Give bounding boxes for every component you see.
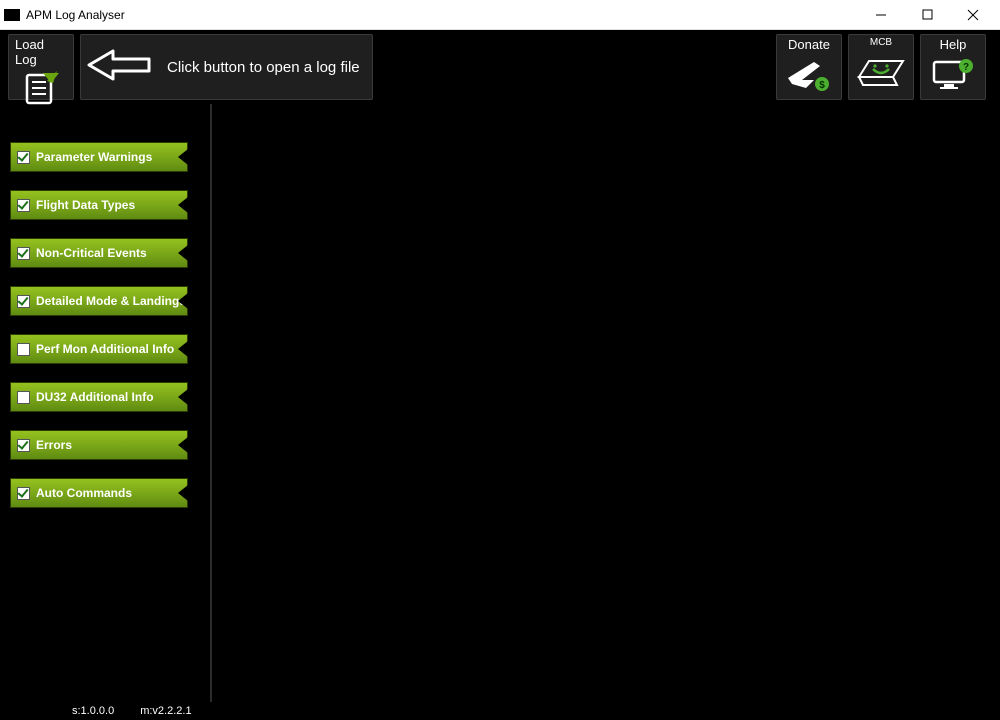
main-area: Parameter Warnings Flight Data Types Non… bbox=[0, 104, 1000, 702]
option-non-critical-events-checkbox[interactable] bbox=[17, 247, 30, 260]
option-label: DU32 Additional Info bbox=[36, 390, 154, 404]
window-close-button[interactable] bbox=[950, 0, 996, 30]
option-auto-commands-checkbox[interactable] bbox=[17, 487, 30, 500]
load-log-button[interactable]: Load Log bbox=[8, 34, 74, 100]
open-log-hint: Click button to open a log file bbox=[80, 34, 373, 100]
maximize-icon bbox=[922, 9, 933, 20]
option-du32-additional-info-checkbox[interactable] bbox=[17, 391, 30, 404]
option-detailed-mode-landings-checkbox[interactable] bbox=[17, 295, 30, 308]
minimize-icon bbox=[875, 9, 887, 21]
help-button[interactable]: Help ? bbox=[920, 34, 986, 100]
donate-icon: $ bbox=[786, 54, 832, 95]
option-flight-data-types[interactable]: Flight Data Types bbox=[10, 190, 188, 220]
option-label: Perf Mon Additional Info bbox=[36, 342, 174, 356]
option-perf-mon-additional-info-checkbox[interactable] bbox=[17, 343, 30, 356]
option-non-critical-events[interactable]: Non-Critical Events bbox=[10, 238, 188, 268]
window-title: APM Log Analyser bbox=[26, 8, 858, 22]
help-label: Help bbox=[940, 37, 967, 52]
sidebar: Parameter Warnings Flight Data Types Non… bbox=[0, 104, 206, 702]
app-icon bbox=[4, 9, 20, 21]
window-controls bbox=[858, 0, 996, 30]
status-s-version: s:1.0.0.0 bbox=[72, 705, 114, 717]
log-content-area bbox=[210, 104, 1000, 702]
mcb-icon bbox=[855, 50, 907, 95]
open-log-hint-text: Click button to open a log file bbox=[167, 59, 360, 76]
mcb-button[interactable]: MCB bbox=[848, 34, 914, 100]
option-errors[interactable]: Errors bbox=[10, 430, 188, 460]
load-log-icon bbox=[21, 69, 61, 107]
close-icon bbox=[967, 9, 979, 21]
option-flight-data-types-checkbox[interactable] bbox=[17, 199, 30, 212]
option-du32-additional-info[interactable]: DU32 Additional Info bbox=[10, 382, 188, 412]
mcb-label: MCB bbox=[870, 37, 892, 48]
option-label: Non-Critical Events bbox=[36, 246, 147, 260]
option-perf-mon-additional-info[interactable]: Perf Mon Additional Info bbox=[10, 334, 188, 364]
option-errors-checkbox[interactable] bbox=[17, 439, 30, 452]
option-detailed-mode-landings[interactable]: Detailed Mode & Landings bbox=[10, 286, 188, 316]
option-label: Errors bbox=[36, 438, 72, 452]
help-icon: ? bbox=[930, 54, 976, 95]
option-parameter-warnings[interactable]: Parameter Warnings bbox=[10, 142, 188, 172]
status-m-version: m:v2.2.2.1 bbox=[140, 705, 191, 717]
donate-button[interactable]: Donate $ bbox=[776, 34, 842, 100]
status-bar: s:1.0.0.0 m:v2.2.2.1 bbox=[0, 702, 1000, 720]
window-minimize-button[interactable] bbox=[858, 0, 904, 30]
option-auto-commands[interactable]: Auto Commands bbox=[10, 478, 188, 508]
arrow-left-icon bbox=[87, 47, 159, 88]
window-maximize-button[interactable] bbox=[904, 0, 950, 30]
app-body: Load Log Click button to open a log file bbox=[0, 30, 1000, 720]
option-label: Flight Data Types bbox=[36, 198, 135, 212]
option-label: Parameter Warnings bbox=[36, 150, 152, 164]
svg-text:$: $ bbox=[819, 80, 825, 91]
option-label: Detailed Mode & Landings bbox=[36, 294, 186, 308]
donate-label: Donate bbox=[788, 37, 830, 52]
option-parameter-warnings-checkbox[interactable] bbox=[17, 151, 30, 164]
toolbar: Load Log Click button to open a log file bbox=[0, 30, 1000, 104]
svg-text:?: ? bbox=[963, 62, 969, 73]
load-log-label: Load Log bbox=[15, 37, 67, 67]
option-label: Auto Commands bbox=[36, 486, 132, 500]
window-titlebar: APM Log Analyser bbox=[0, 0, 1000, 30]
